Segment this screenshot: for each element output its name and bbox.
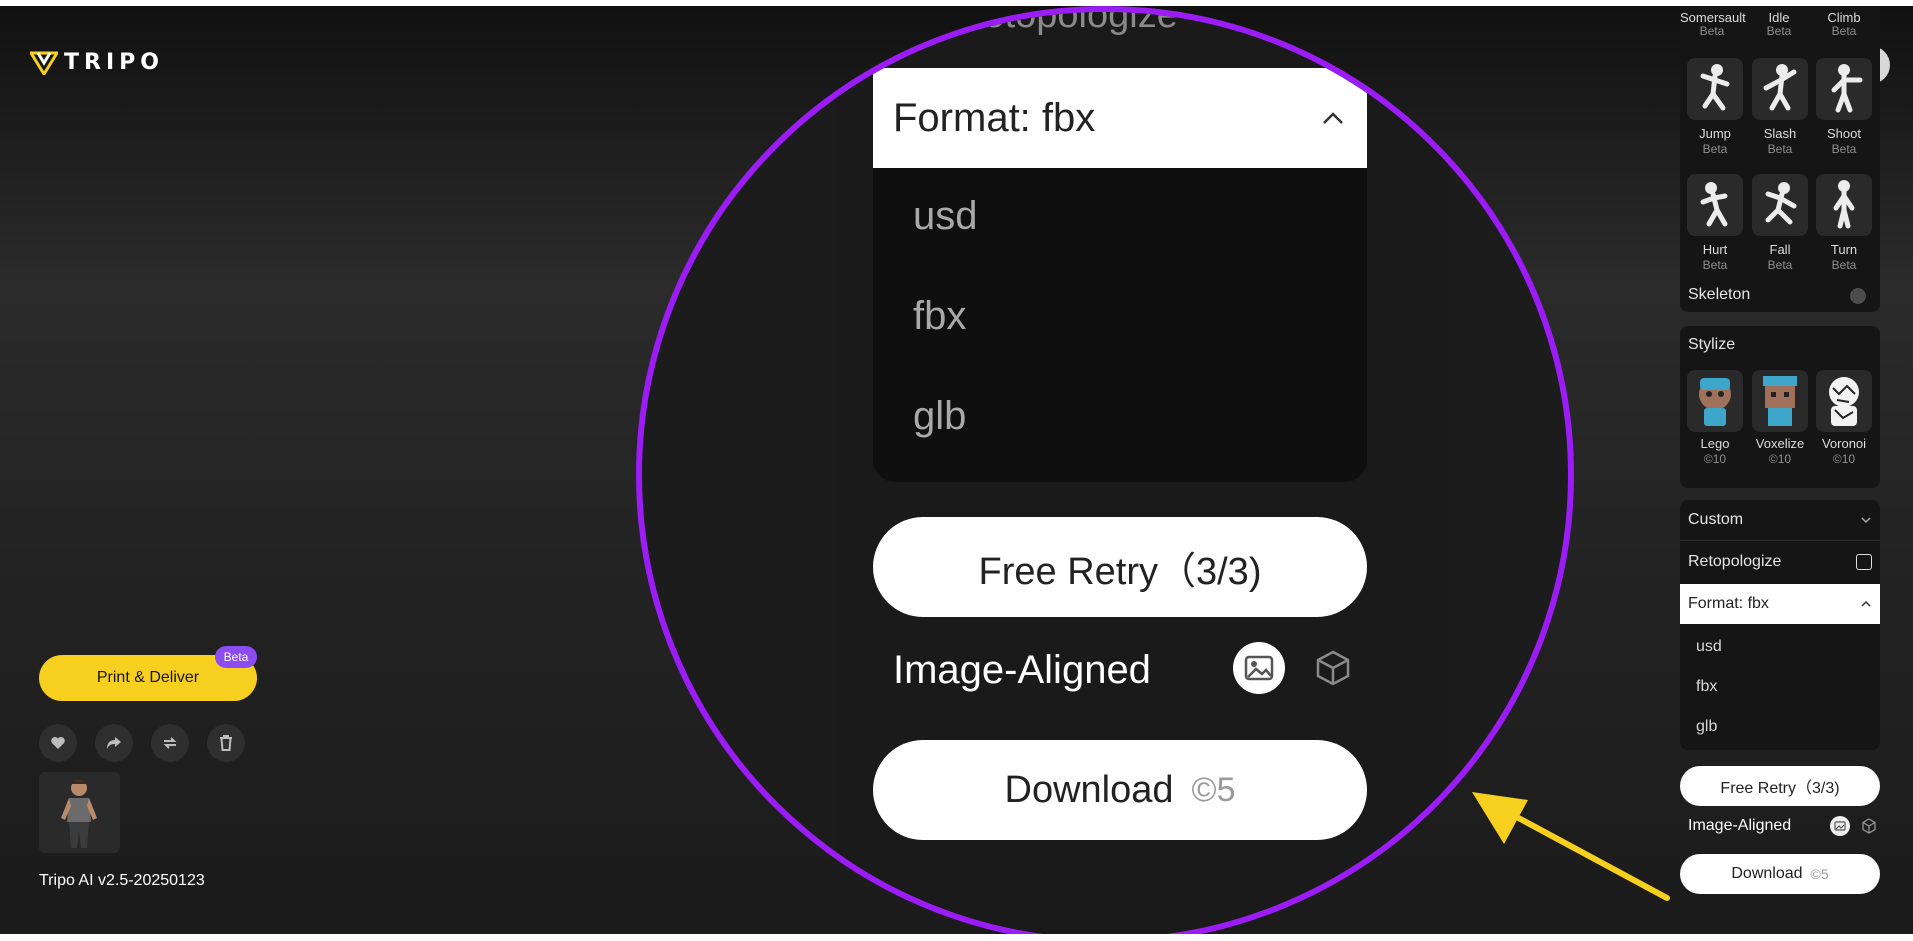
chevron-up-icon — [1323, 112, 1343, 124]
model-thumbnail[interactable] — [39, 772, 120, 853]
zoom-download-button[interactable]: Download ©5 — [873, 740, 1367, 840]
anim-fall-sub: Beta — [1767, 258, 1793, 272]
style-voronoi-label: Voronoi — [1821, 436, 1867, 451]
annotation-arrow-icon — [1472, 792, 1670, 901]
anim-climb-label: Climb — [1827, 10, 1861, 25]
animation-panel: Somersault Beta Idle Beta Climb Beta Jum… — [1680, 6, 1880, 312]
anim-shoot-tile[interactable] — [1816, 58, 1872, 120]
anim-slash-label: Slash — [1763, 126, 1797, 141]
zoom-content: Retopologize Format: fbx usd fbx glb Fre… — [642, 12, 1568, 934]
zoom-format-label: Format: fbx — [893, 95, 1096, 140]
anim-jump-label: Jump — [1699, 126, 1731, 141]
format-option-fbx[interactable]: fbx — [1696, 678, 1717, 696]
style-lego-tile[interactable] — [1687, 370, 1743, 432]
image-align-icon[interactable] — [1830, 816, 1850, 836]
anim-turn-sub: Beta — [1831, 258, 1857, 272]
skeleton-toggle[interactable] — [1850, 288, 1866, 304]
export-panel: Custom Retopologize Format: fbx usd fbx … — [1680, 500, 1880, 750]
anim-somersault-sub: Beta — [1699, 24, 1725, 38]
zoom-image-aligned-row: Image-Aligned — [873, 642, 1367, 698]
zoom-option-glb[interactable]: glb — [913, 394, 966, 439]
anim-slash-sub: Beta — [1767, 142, 1793, 156]
right-sidebar: Somersault Beta Idle Beta Climb Beta Jum… — [1680, 6, 1882, 934]
retopologize-label: Retopologize — [1688, 553, 1782, 570]
anim-slash-tile[interactable] — [1752, 58, 1808, 120]
download-button[interactable]: Download ©5 — [1680, 854, 1880, 894]
skeleton-label: Skeleton — [1688, 286, 1751, 303]
beta-badge: Beta — [215, 646, 257, 668]
anim-turn-label: Turn — [1830, 242, 1858, 257]
free-retry-button[interactable]: Free Retry（3/3) — [1680, 766, 1880, 806]
anim-idle-label: Idle — [1768, 10, 1790, 25]
anim-hurt-label: Hurt — [1702, 242, 1728, 257]
zoom-option-fbx[interactable]: fbx — [913, 294, 966, 339]
style-voronoi-tile[interactable] — [1816, 370, 1872, 432]
image-aligned-label: Image-Aligned — [1688, 817, 1792, 834]
anim-turn-tile[interactable] — [1816, 174, 1872, 236]
chevron-up-icon — [1861, 600, 1871, 607]
retopologize-checkbox[interactable] — [1856, 554, 1872, 570]
zoom-format-select[interactable]: Format: fbx — [873, 68, 1367, 168]
anim-shoot-label: Shoot — [1827, 126, 1861, 141]
share-icon[interactable] — [95, 724, 133, 762]
anim-hurt-tile[interactable] — [1687, 174, 1743, 236]
style-voxelize-tile[interactable] — [1752, 370, 1808, 432]
app-window: TRIPO Retopologize Format: fbx usd fbx g… — [0, 6, 1913, 934]
anim-shoot-sub: Beta — [1831, 142, 1857, 156]
model-version-label: Tripo AI v2.5-20250123 — [39, 872, 205, 889]
divider — [1680, 540, 1880, 541]
download-cost: ©5 — [1810, 866, 1829, 882]
anim-jump-tile[interactable] — [1687, 58, 1743, 120]
stylize-panel: Stylize Lego ©10 Voxelize ©10 Voronoi ©1… — [1680, 326, 1880, 488]
trash-icon[interactable] — [207, 724, 245, 762]
zoom-format-options: usd fbx glb — [873, 168, 1367, 482]
chevron-down-icon — [1861, 517, 1871, 524]
zoom-free-retry-button[interactable]: Free Retry（3/3) — [873, 517, 1367, 617]
download-label: Download — [1731, 865, 1803, 882]
style-voxelize-cost: ©10 — [1768, 452, 1792, 466]
image-icon[interactable] — [1233, 642, 1285, 694]
zoom-magnifier: Retopologize Format: fbx usd fbx glb Fre… — [636, 6, 1574, 934]
anim-somersault-label: Somersault — [1680, 10, 1746, 25]
style-lego-cost: ©10 — [1703, 452, 1727, 466]
format-option-glb[interactable]: glb — [1696, 718, 1717, 736]
zoom-image-aligned-label: Image-Aligned — [893, 647, 1151, 692]
zoom-retopologize-fragment: Retopologize — [956, 6, 1178, 36]
custom-label: Custom — [1688, 511, 1744, 528]
format-label: Format: fbx — [1688, 595, 1769, 612]
model-actions — [39, 724, 245, 762]
format-option-usd[interactable]: usd — [1696, 638, 1722, 656]
style-lego-label: Lego — [1700, 436, 1730, 451]
anim-fall-tile[interactable] — [1752, 174, 1808, 236]
stylize-title: Stylize — [1688, 336, 1736, 353]
tripo-logo-icon — [30, 51, 58, 75]
style-voxelize-label: Voxelize — [1755, 436, 1805, 451]
style-voronoi-cost: ©10 — [1832, 452, 1856, 466]
cube-icon[interactable] — [1861, 818, 1877, 838]
format-select[interactable]: Format: fbx — [1680, 584, 1880, 624]
anim-jump-sub: Beta — [1702, 142, 1728, 156]
image-aligned-row: Image-Aligned — [1680, 812, 1880, 840]
zoom-download-label: Download — [1004, 768, 1174, 811]
zoom-option-usd[interactable]: usd — [913, 194, 978, 239]
anim-hurt-sub: Beta — [1702, 258, 1728, 272]
anim-idle-sub: Beta — [1766, 24, 1792, 38]
custom-dropdown[interactable]: Custom — [1680, 500, 1880, 540]
retopologize-row[interactable]: Retopologize — [1680, 542, 1880, 582]
anim-climb-sub: Beta — [1831, 24, 1857, 38]
zoom-download-cost: ©5 — [1191, 770, 1236, 809]
cube-icon[interactable] — [1313, 648, 1353, 692]
logo-text: TRIPO — [64, 50, 164, 75]
heart-icon[interactable] — [39, 724, 77, 762]
tripo-logo[interactable]: TRIPO — [30, 50, 164, 75]
anim-fall-label: Fall — [1769, 242, 1791, 257]
regenerate-icon[interactable] — [151, 724, 189, 762]
